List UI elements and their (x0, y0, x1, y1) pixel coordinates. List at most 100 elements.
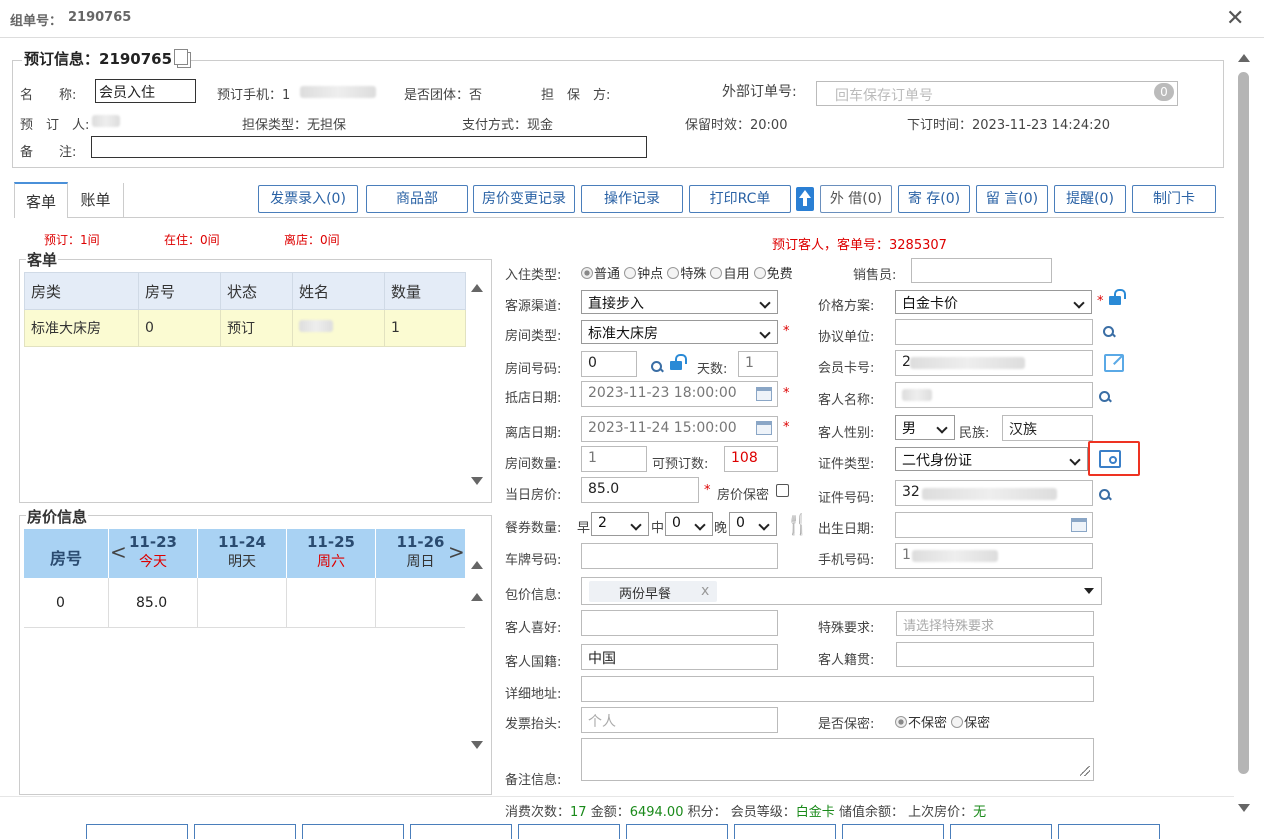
checkin-radio-free[interactable] (753, 267, 766, 279)
plate-input[interactable] (581, 543, 778, 569)
external-order-input[interactable]: 回车保存订单号 (816, 81, 1178, 106)
footer-button[interactable] (302, 824, 404, 839)
footer-button[interactable] (842, 824, 944, 839)
scroll-up-icon[interactable] (471, 561, 483, 569)
secret-radio-no[interactable] (895, 716, 907, 728)
checkin-radio-special[interactable] (667, 267, 680, 279)
calendar-icon[interactable] (1071, 518, 1087, 532)
nationality-input[interactable]: 中国 (581, 644, 778, 670)
unlock-icon[interactable] (670, 354, 687, 370)
agreement-input[interactable] (895, 319, 1093, 345)
sales-input[interactable] (911, 258, 1052, 283)
mobile-masked (912, 550, 998, 562)
resize-handle-icon[interactable] (1080, 766, 1090, 776)
print-rc-button[interactable]: 打印RC单 (689, 185, 791, 213)
col-status[interactable]: 状态 (220, 272, 293, 310)
origin-input[interactable] (896, 642, 1094, 667)
dinner-select[interactable]: 0 (729, 512, 777, 536)
scroll-down-icon[interactable] (1238, 804, 1250, 812)
preference-input[interactable] (581, 610, 778, 636)
invoice-title-input[interactable]: 个人 (581, 707, 778, 733)
footer-button[interactable] (410, 824, 512, 839)
package-dropdown-icon[interactable] (1084, 588, 1094, 594)
col-room-no[interactable]: 房号 (138, 272, 221, 310)
make-door-card-button[interactable]: 制门卡 (1132, 185, 1216, 213)
package-tag[interactable]: 两份早餐 x (589, 581, 717, 602)
search-icon[interactable] (1102, 325, 1116, 339)
cutlery-icon[interactable]: 🍴 (785, 514, 810, 534)
scroll-up-icon[interactable] (1238, 54, 1250, 62)
checkin-radio-hourly[interactable] (624, 267, 637, 279)
footer-button[interactable] (950, 824, 1052, 839)
close-icon[interactable]: ✕ (1226, 6, 1244, 31)
room-type-select[interactable]: 标准大床房 (581, 320, 778, 344)
arrive-date-input[interactable]: 2023-11-23 18:00:00 (581, 381, 778, 407)
rate-price-0[interactable]: 85.0 (136, 595, 167, 611)
channel-select[interactable]: 直接步入 (581, 290, 778, 314)
footer-button[interactable] (86, 824, 188, 839)
goods-button[interactable]: 商品部 (366, 185, 468, 213)
lunch-select[interactable]: 0 (665, 512, 713, 536)
calendar-icon[interactable] (756, 421, 772, 435)
rate-scrollbar[interactable] (468, 529, 488, 789)
footer-button[interactable] (1058, 824, 1160, 839)
footer-button[interactable] (194, 824, 296, 839)
address-input[interactable] (581, 676, 1094, 702)
scroll-up-icon[interactable] (471, 284, 483, 292)
rate-row[interactable]: 0 85.0 (24, 578, 465, 628)
unlock-icon[interactable] (1109, 289, 1126, 305)
checkin-radio-self[interactable] (710, 267, 723, 279)
checkin-radio-normal[interactable] (581, 267, 593, 279)
room-count-input[interactable]: 1 (581, 446, 647, 472)
main-scrollbar[interactable] (1234, 42, 1254, 822)
footer-button[interactable] (518, 824, 620, 839)
upload-arrow-icon[interactable] (796, 187, 814, 211)
reminder-button[interactable]: 提醒(0) (1054, 185, 1126, 213)
birth-date-input[interactable] (895, 512, 1093, 538)
scroll-thumb[interactable] (1238, 72, 1249, 774)
room-no-input[interactable]: 0 (581, 351, 637, 377)
depart-date-input[interactable]: 2023-11-24 15:00:00 (581, 416, 778, 442)
message-button[interactable]: 留 言(0) (976, 185, 1048, 213)
search-icon[interactable] (1098, 488, 1112, 502)
days-input[interactable]: 1 (738, 351, 778, 377)
col-qty[interactable]: 数量 (384, 272, 466, 310)
footer-button[interactable] (626, 824, 728, 839)
ethnic-input[interactable]: 汉族 (1002, 415, 1093, 441)
id-type-select[interactable]: 二代身份证 (895, 447, 1088, 471)
copy-icon[interactable] (174, 49, 188, 65)
col-name[interactable]: 姓名 (292, 272, 385, 310)
invoice-entry-button[interactable]: 发票录入(0) (258, 185, 358, 213)
id-scan-icon[interactable] (1099, 450, 1121, 468)
tab-bill[interactable]: 账单 (68, 183, 124, 217)
name-input[interactable]: 会员入住 (95, 79, 196, 103)
scroll-down-icon[interactable] (471, 741, 483, 749)
breakfast-select[interactable]: 2 (591, 512, 649, 536)
remark-input[interactable] (91, 136, 647, 158)
today-price-label: 当日房价: (505, 488, 562, 503)
price-plan-select[interactable]: 白金卡价 (895, 290, 1092, 314)
price-secret-checkbox[interactable] (776, 484, 789, 497)
deposit-button[interactable]: 寄 存(0) (898, 185, 970, 213)
search-icon[interactable] (650, 360, 664, 374)
secret-radio-yes[interactable] (951, 716, 964, 728)
edit-icon[interactable] (1104, 354, 1124, 372)
scroll-up-icon[interactable] (471, 593, 483, 601)
guest-list-scrollbar[interactable] (468, 272, 488, 497)
col-room-type[interactable]: 房类 (24, 272, 139, 310)
operation-log-button[interactable]: 操作记录 (581, 185, 683, 213)
search-icon[interactable] (1098, 390, 1112, 404)
table-row[interactable]: 标准大床房 0 预订 1 (24, 309, 466, 347)
scroll-down-icon[interactable] (471, 477, 483, 485)
gender-select[interactable]: 男 (895, 415, 955, 440)
note-textarea[interactable] (581, 738, 1094, 781)
price-change-log-button[interactable]: 房价变更记录 (473, 185, 575, 213)
today-price-input[interactable]: 85.0 (581, 477, 699, 503)
special-request-select[interactable]: 请选择特殊要求 (896, 611, 1094, 636)
secret-radio-group: 不保密 保密 (895, 712, 990, 731)
tab-guest-order[interactable]: 客单 (14, 182, 68, 218)
footer-button[interactable] (734, 824, 836, 839)
calendar-icon[interactable] (756, 387, 772, 401)
borrow-button[interactable]: 外 借(0) (820, 185, 892, 213)
package-tag-close-icon[interactable]: x (701, 583, 709, 599)
